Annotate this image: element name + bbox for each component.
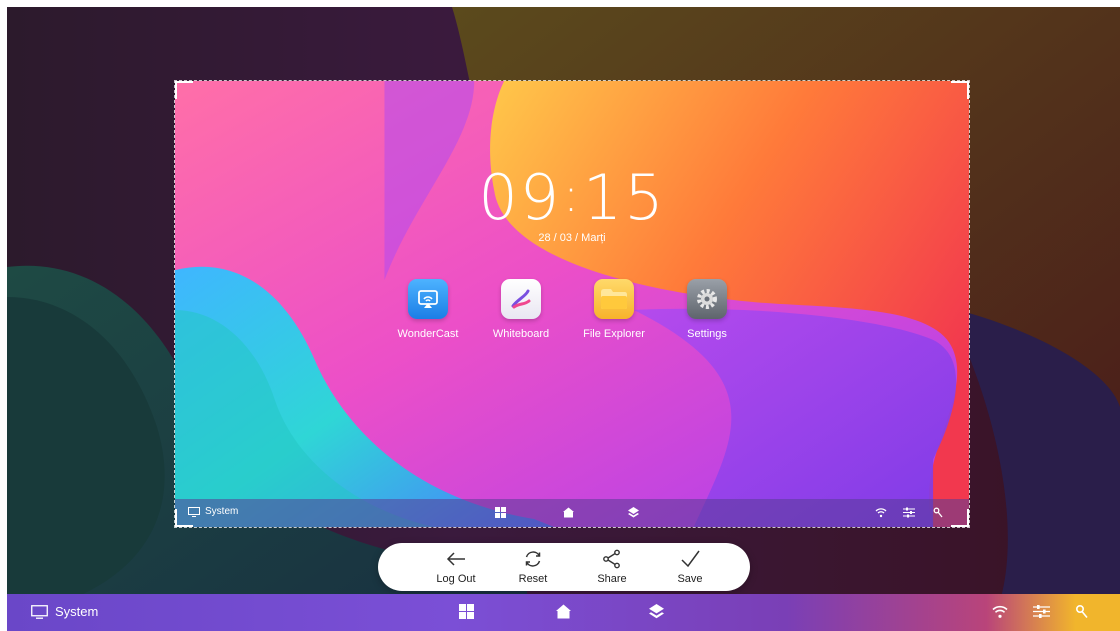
home-icon[interactable]	[556, 604, 571, 619]
preview-system-button: System	[188, 506, 238, 517]
app-label: File Explorer	[583, 328, 645, 340]
desktop-background: 09:15 28 / 03 / Marți WonderCast Whitebo…	[7, 7, 1120, 631]
system-label: System	[55, 604, 99, 619]
screenshot-action-toolbar: Log Out Reset Share Save	[378, 543, 750, 591]
app-label: Settings	[687, 328, 727, 340]
pin-icon	[933, 507, 943, 518]
wifi-icon[interactable]	[992, 604, 1008, 619]
crop-handle-bottom-right[interactable]	[951, 509, 969, 527]
grid-icon[interactable]	[459, 604, 474, 619]
monitor-icon	[31, 604, 48, 619]
app-wondercast[interactable]: WonderCast	[383, 279, 473, 340]
wifi-icon	[875, 508, 887, 518]
system-button[interactable]: System	[31, 604, 98, 619]
share-icon	[603, 549, 620, 569]
save-button[interactable]: Save	[662, 548, 718, 585]
arrow-left-icon	[446, 552, 465, 566]
sliders-icon[interactable]	[1033, 604, 1050, 619]
checkmark-icon	[681, 550, 700, 568]
preview-taskbar: System	[175, 499, 969, 527]
pin-icon[interactable]	[1075, 604, 1089, 619]
crop-handle-top-left[interactable]	[175, 81, 193, 99]
share-label: Share	[597, 573, 627, 585]
reset-label: Reset	[518, 573, 548, 585]
clock-separator: :	[563, 168, 581, 222]
app-whiteboard[interactable]: Whiteboard	[476, 279, 566, 340]
crop-handle-top-right[interactable]	[951, 81, 969, 99]
layers-icon[interactable]	[649, 604, 664, 619]
app-file-explorer[interactable]: File Explorer	[569, 279, 659, 340]
app-settings[interactable]: Settings	[662, 279, 752, 340]
log-out-button[interactable]: Log Out	[428, 548, 484, 585]
clock: 09:15	[175, 161, 969, 234]
save-label: Save	[677, 573, 703, 585]
clock-minutes: 15	[582, 161, 666, 234]
home-icon	[563, 507, 574, 518]
taskbar: System	[7, 594, 1120, 631]
gear-icon	[687, 279, 727, 319]
whiteboard-icon	[501, 279, 541, 319]
date-label: 28 / 03 / Marți	[538, 232, 606, 244]
log-out-label: Log Out	[436, 573, 476, 585]
grid-icon	[495, 507, 506, 518]
reset-button[interactable]: Reset	[505, 548, 561, 585]
app-label: Whiteboard	[492, 328, 550, 340]
clock-hours: 09	[478, 161, 562, 234]
refresh-icon	[525, 551, 541, 567]
app-label: WonderCast	[397, 328, 459, 340]
layers-icon	[628, 507, 639, 518]
share-button[interactable]: Share	[584, 548, 640, 585]
screenshot-preview[interactable]: 09:15 28 / 03 / Marți WonderCast Whitebo…	[174, 80, 970, 528]
folder-icon	[594, 279, 634, 319]
crop-handle-bottom-left[interactable]	[175, 509, 193, 527]
wondercast-icon	[408, 279, 448, 319]
preview-system-label: System	[205, 506, 239, 517]
sliders-icon	[903, 507, 915, 518]
